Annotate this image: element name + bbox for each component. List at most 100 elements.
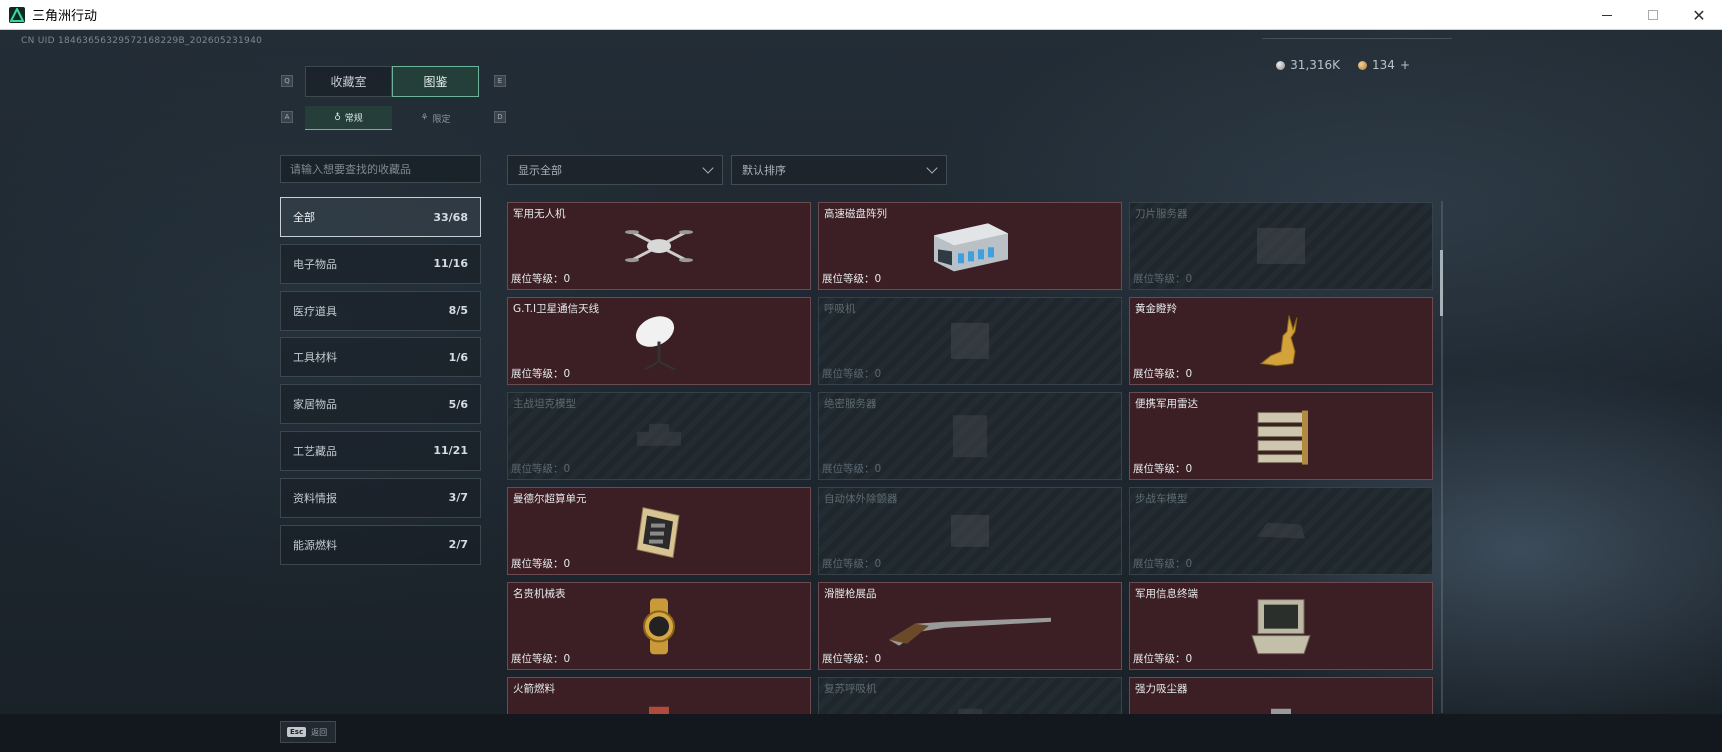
category-label: 医疗道具: [293, 304, 337, 318]
collection-card[interactable]: 便携军用雷达 展位等级：0: [1129, 392, 1433, 480]
category-count: 11/16: [433, 257, 468, 271]
tab-label: 收藏室: [330, 75, 367, 89]
radar-icon: [1252, 407, 1310, 471]
gold-currency[interactable]: 134 +: [1358, 58, 1410, 72]
item-name: 军用信息终端: [1135, 588, 1198, 600]
item-name: 步战车模型: [1135, 493, 1188, 505]
tab-label: 图鉴: [423, 75, 448, 89]
booth-level-value: 0: [563, 558, 571, 570]
defibrillator-icon: [945, 509, 995, 557]
blade-server-icon: [1251, 224, 1311, 272]
search-input[interactable]: 请输入想要查找的收藏品: [280, 155, 481, 183]
maximize-button[interactable]: [1630, 0, 1676, 30]
sort-dropdown[interactable]: 默认排序: [731, 155, 947, 185]
collection-card[interactable]: 高速磁盘阵列 展位等级：0: [818, 202, 1122, 290]
category-item[interactable]: 资料情报 3/7: [280, 477, 481, 518]
category-item[interactable]: 工具材料 1/6: [280, 337, 481, 378]
add-currency-button[interactable]: +: [1400, 58, 1410, 72]
booth-level-label: 展位等级：: [511, 368, 564, 380]
filter-dropdown[interactable]: 显示全部: [507, 155, 723, 185]
booth-level-label: 展位等级：: [822, 463, 875, 475]
silver-amount: 31,316K: [1290, 58, 1341, 72]
category-list: 全部 33/68 电子物品 11/16 医疗道具 8/5 工具材料 1/6 家居物品 5/6 工艺藏…: [280, 197, 481, 571]
booth-level-value: 0: [563, 463, 571, 475]
collection-card[interactable]: 军用无人机 展位等级：0: [507, 202, 811, 290]
minimize-button[interactable]: [1584, 0, 1630, 30]
item-name: 曼德尔超算单元: [513, 493, 587, 505]
booth-level-value: 0: [1185, 273, 1193, 285]
booth-level-value: 0: [874, 463, 882, 475]
collection-card[interactable]: 刀片服务器 展位等级：0: [1129, 202, 1433, 290]
booth-level-label: 展位等级：: [511, 273, 564, 285]
item-name: 名贵机械表: [513, 588, 566, 600]
category-item[interactable]: 医疗道具 8/5: [280, 290, 481, 331]
collection-card[interactable]: 曼德尔超算单元 展位等级：0: [507, 487, 811, 575]
collection-card[interactable]: 自动体外除颤器 展位等级：0: [818, 487, 1122, 575]
main-tabs: 收藏室 图鉴: [305, 66, 479, 97]
booth-level: 展位等级：0: [822, 366, 881, 381]
subtab-limited[interactable]: ⚘ 限定: [392, 106, 479, 130]
booth-level: 展位等级：0: [1133, 366, 1192, 381]
collection-card[interactable]: 火箭燃料展位等级：0: [507, 677, 811, 714]
category-label: 电子物品: [293, 257, 337, 271]
musket-icon: [885, 606, 1055, 650]
collection-card[interactable]: 主战坦克模型 展位等级：0: [507, 392, 811, 480]
booth-level: 展位等级：0: [511, 556, 570, 571]
booth-level-label: 展位等级：: [1133, 653, 1186, 665]
sub-tabs: ♁ 常规 ⚘ 限定: [305, 106, 479, 130]
golden-gazelle-icon: [1251, 312, 1311, 376]
booth-level-label: 展位等级：: [1133, 368, 1186, 380]
category-item[interactable]: 家居物品 5/6: [280, 384, 481, 425]
subtab-regular[interactable]: ♁ 常规: [305, 106, 392, 130]
bottom-bar: Esc 返回: [0, 714, 1722, 752]
window-titlebar: 三角洲行动 ✕: [0, 0, 1722, 30]
category-count: 5/6: [448, 397, 468, 411]
tab-collection-room[interactable]: 收藏室: [305, 66, 392, 97]
silver-currency: 31,316K: [1276, 58, 1340, 72]
collection-card[interactable]: 军用信息终端 展位等级：0: [1129, 582, 1433, 670]
booth-level-label: 展位等级：: [511, 653, 564, 665]
collection-card[interactable]: 呼吸机 展位等级：0: [818, 297, 1122, 385]
collection-card[interactable]: 步战车模型 展位等级：0: [1129, 487, 1433, 575]
tab-codex[interactable]: 图鉴: [392, 66, 479, 97]
category-label: 工艺藏品: [293, 444, 337, 458]
category-count: 1/6: [448, 350, 468, 364]
collection-card[interactable]: 绝密服务器 展位等级：0: [818, 392, 1122, 480]
collection-card[interactable]: G.T.I卫星通信天线 展位等级：0: [507, 297, 811, 385]
collection-card[interactable]: 强力吸尘器展位等级：0: [1129, 677, 1433, 714]
category-item[interactable]: 能源燃料 2/7: [280, 524, 481, 565]
watch-icon: [634, 598, 684, 658]
collection-card[interactable]: 黄金瞪羚 展位等级：0: [1129, 297, 1433, 385]
booth-level-value: 0: [1185, 558, 1193, 570]
vacuum-icon: [1261, 701, 1301, 714]
booth-level-label: 展位等级：: [822, 558, 875, 570]
silver-coin-icon: [1276, 60, 1286, 70]
item-name: 滑膛枪展品: [824, 588, 877, 600]
close-button[interactable]: ✕: [1676, 0, 1722, 30]
item-name: 强力吸尘器: [1135, 683, 1188, 695]
gold-coin-icon: [1358, 60, 1368, 70]
booth-level: 展位等级：0: [511, 271, 570, 286]
collection-grid: 军用无人机 展位等级：0 高速磁盘阵列 展位等级：0 刀片服务器 展位等级：0 G.T.I卫…: [507, 202, 1434, 714]
category-item[interactable]: 工艺藏品 11/21: [280, 430, 481, 471]
game-viewport: CN UID 18463656329572168229B_20260523194…: [0, 30, 1722, 752]
booth-level: 展位等级：0: [1133, 271, 1192, 286]
item-name: G.T.I卫星通信天线: [513, 303, 600, 315]
terminal-icon: [1248, 596, 1314, 662]
category-item[interactable]: 电子物品 11/16: [280, 243, 481, 284]
collection-card[interactable]: 滑膛枪展品 展位等级：0: [818, 582, 1122, 670]
category-label: 工具材料: [293, 351, 337, 365]
collection-card[interactable]: 名贵机械表 展位等级：0: [507, 582, 811, 670]
item-name: 复苏呼吸机: [824, 683, 877, 695]
category-count: 3/7: [448, 491, 468, 505]
scrollbar-thumb[interactable]: [1440, 250, 1443, 316]
prev-subtab-key: A: [281, 111, 293, 123]
gold-amount: 134: [1372, 58, 1395, 72]
back-button[interactable]: Esc 返回: [280, 721, 336, 743]
back-label: 返回: [311, 727, 328, 737]
category-count: 33/68: [433, 210, 468, 224]
category-item[interactable]: 全部 33/68: [280, 197, 481, 237]
booth-level-value: 0: [1185, 463, 1193, 475]
disk-array-icon: [928, 219, 1012, 277]
collection-card[interactable]: 复苏呼吸机展位等级：0: [818, 677, 1122, 714]
